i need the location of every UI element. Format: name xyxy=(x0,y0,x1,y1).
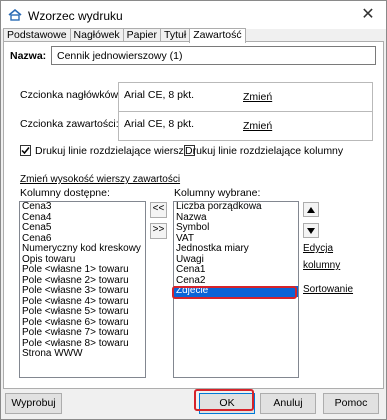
checkmark-icon xyxy=(21,147,30,155)
list-item[interactable]: Cena3 xyxy=(20,202,145,213)
ok-highlight-frame xyxy=(194,389,254,411)
arrow-down-icon xyxy=(307,228,315,234)
tab-papier[interactable]: Papier xyxy=(122,28,162,42)
header-font-box: Arial CE, 8 pkt. Zmień xyxy=(118,82,373,112)
cancel-button[interactable]: Anuluj xyxy=(260,393,316,414)
available-columns-list[interactable]: Cena3 Cena4 Cena5 Cena6 Numeryczny kod k… xyxy=(19,201,146,378)
list-item[interactable]: Strona WWW xyxy=(20,348,145,360)
tab-strip: Podstawowe Nagłówek Papier Tytuł Zawarto… xyxy=(3,28,246,43)
tab-podstawowe[interactable]: Podstawowe xyxy=(3,28,71,42)
list-item[interactable]: Jednostka miary xyxy=(174,243,298,255)
selected-columns-label: Kolumny wybrane: xyxy=(174,187,261,199)
list-item[interactable]: Numeryczny kod kreskowy xyxy=(20,243,145,255)
header-font-change-link[interactable]: Zmień xyxy=(243,91,272,103)
dialog-window: Wzorzec wydruku ✕ Podstawowe Nagłówek Pa… xyxy=(0,0,387,420)
list-item[interactable]: Pole <własne 7> towaru xyxy=(20,327,145,339)
tab-zawartosc[interactable]: Zawartość xyxy=(189,28,246,43)
print-row-lines-checkbox[interactable] xyxy=(20,145,31,156)
print-row-lines-label: Drukuj linie rozdzielające wiersze xyxy=(35,145,190,157)
edit-columns-link-line2[interactable]: kolumny xyxy=(303,260,340,271)
list-item[interactable]: Pole <własne 3> towaru xyxy=(20,285,145,297)
available-columns-label: Kolumny dostępne: xyxy=(20,187,110,199)
list-item[interactable]: Liczba porządkowa xyxy=(174,202,298,213)
content-font-label: Czcionka zawartości: xyxy=(20,118,119,130)
content-font-box: Arial CE, 8 pkt. Zmień xyxy=(118,111,373,141)
tab-tytul[interactable]: Tytuł xyxy=(160,28,191,42)
tab-naglowek[interactable]: Nagłówek xyxy=(69,28,124,42)
content-font-change-link[interactable]: Zmień xyxy=(243,120,272,132)
list-item[interactable]: Cena1 xyxy=(174,264,298,276)
list-item[interactable]: Symbol xyxy=(174,222,298,234)
name-label: Nazwa: xyxy=(10,50,47,62)
header-font-value: Arial CE, 8 pkt. xyxy=(124,89,195,101)
arrow-up-icon xyxy=(307,207,315,213)
row-height-link[interactable]: Zmień wysokość wierszy zawartości xyxy=(20,174,180,185)
title-bar: Wzorzec wydruku ✕ xyxy=(1,1,386,29)
content-font-value: Arial CE, 8 pkt. xyxy=(124,118,195,130)
list-item[interactable]: Pole <własne 5> towaru xyxy=(20,306,145,318)
print-col-lines-label: Drukuj linie rozdzielające kolumny xyxy=(185,145,344,157)
tab-content-panel: Nazwa: Cennik jednowierszowy (1) Czcionk… xyxy=(3,41,384,389)
list-item[interactable]: Cena5 xyxy=(20,222,145,234)
help-button[interactable]: Pomoc xyxy=(323,393,379,414)
app-icon xyxy=(8,9,22,21)
selection-highlight-frame xyxy=(172,286,297,299)
move-left-button[interactable]: << xyxy=(150,202,167,218)
move-down-button[interactable] xyxy=(303,223,319,238)
header-font-label: Czcionka nagłówków: xyxy=(20,89,121,101)
list-item[interactable]: Pole <własne 1> towaru xyxy=(20,264,145,276)
edit-columns-link-line1[interactable]: Edycja xyxy=(303,243,333,254)
window-title: Wzorzec wydruku xyxy=(28,9,123,23)
move-right-button[interactable]: >> xyxy=(150,223,167,239)
close-icon[interactable]: ✕ xyxy=(358,5,378,25)
move-up-button[interactable] xyxy=(303,202,319,217)
name-input[interactable]: Cennik jednowierszowy (1) xyxy=(51,46,376,65)
print-test-button[interactable]: Wyprobuj xyxy=(5,393,62,414)
sorting-link[interactable]: Sortowanie xyxy=(303,284,353,295)
